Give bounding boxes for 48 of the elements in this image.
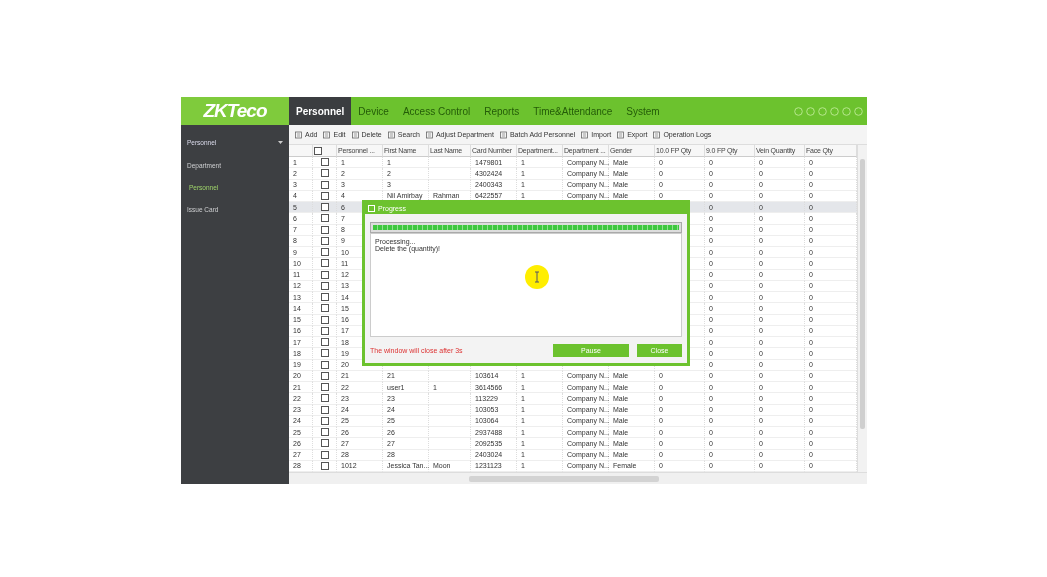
tool-icon xyxy=(617,130,626,139)
scrollbar-thumb[interactable] xyxy=(860,159,865,429)
tool-icon xyxy=(295,130,303,139)
tool-icon xyxy=(653,130,662,139)
tool-icon xyxy=(351,130,360,139)
nav-tab[interactable]: Reports xyxy=(477,97,527,125)
row-checkbox[interactable] xyxy=(320,315,329,324)
logo: ZKTeco xyxy=(203,100,267,122)
row-checkbox[interactable] xyxy=(320,416,329,425)
tool-icon xyxy=(425,130,434,139)
row-checkbox[interactable] xyxy=(320,360,329,369)
row-checkbox[interactable] xyxy=(320,371,329,380)
tool-icon xyxy=(499,130,508,139)
tool-icon xyxy=(387,130,396,139)
row-checkbox[interactable] xyxy=(320,326,329,335)
nav-tab[interactable]: Personnel xyxy=(289,97,352,125)
scrollbar-thumb[interactable] xyxy=(469,475,659,482)
nav-tab[interactable]: Device xyxy=(351,97,396,125)
row-checkbox[interactable] xyxy=(320,259,329,268)
row-checkbox[interactable] xyxy=(320,428,329,437)
row-checkbox[interactable] xyxy=(320,304,329,313)
row-checkbox[interactable] xyxy=(320,191,329,200)
row-checkbox[interactable] xyxy=(320,203,329,212)
row-checkbox[interactable] xyxy=(320,439,329,448)
nav-tab[interactable]: Time&Attendance xyxy=(526,97,620,125)
row-checkbox[interactable] xyxy=(320,180,329,189)
row-checkbox[interactable] xyxy=(320,236,329,245)
row-checkbox[interactable] xyxy=(320,270,329,279)
row-checkbox[interactable] xyxy=(320,293,329,302)
dialog-icon xyxy=(368,205,375,212)
nav-tab[interactable]: System xyxy=(619,97,667,125)
row-checkbox[interactable] xyxy=(320,450,329,459)
row-checkbox[interactable] xyxy=(320,383,329,392)
row-checkbox[interactable] xyxy=(320,169,329,178)
cursor-highlight-icon xyxy=(524,264,550,290)
row-checkbox[interactable] xyxy=(320,158,329,167)
row-checkbox[interactable] xyxy=(320,225,329,234)
row-checkbox[interactable] xyxy=(320,281,329,290)
row-checkbox[interactable] xyxy=(320,349,329,358)
row-checkbox[interactable] xyxy=(320,214,329,223)
row-checkbox[interactable] xyxy=(320,405,329,414)
tool-icon xyxy=(323,130,332,139)
row-checkbox[interactable] xyxy=(320,338,329,347)
tool-icon xyxy=(581,130,590,139)
nav-tab[interactable]: Access Control xyxy=(395,97,478,125)
row-checkbox[interactable] xyxy=(320,394,329,403)
row-checkbox[interactable] xyxy=(320,461,329,470)
row-checkbox[interactable] xyxy=(320,248,329,257)
